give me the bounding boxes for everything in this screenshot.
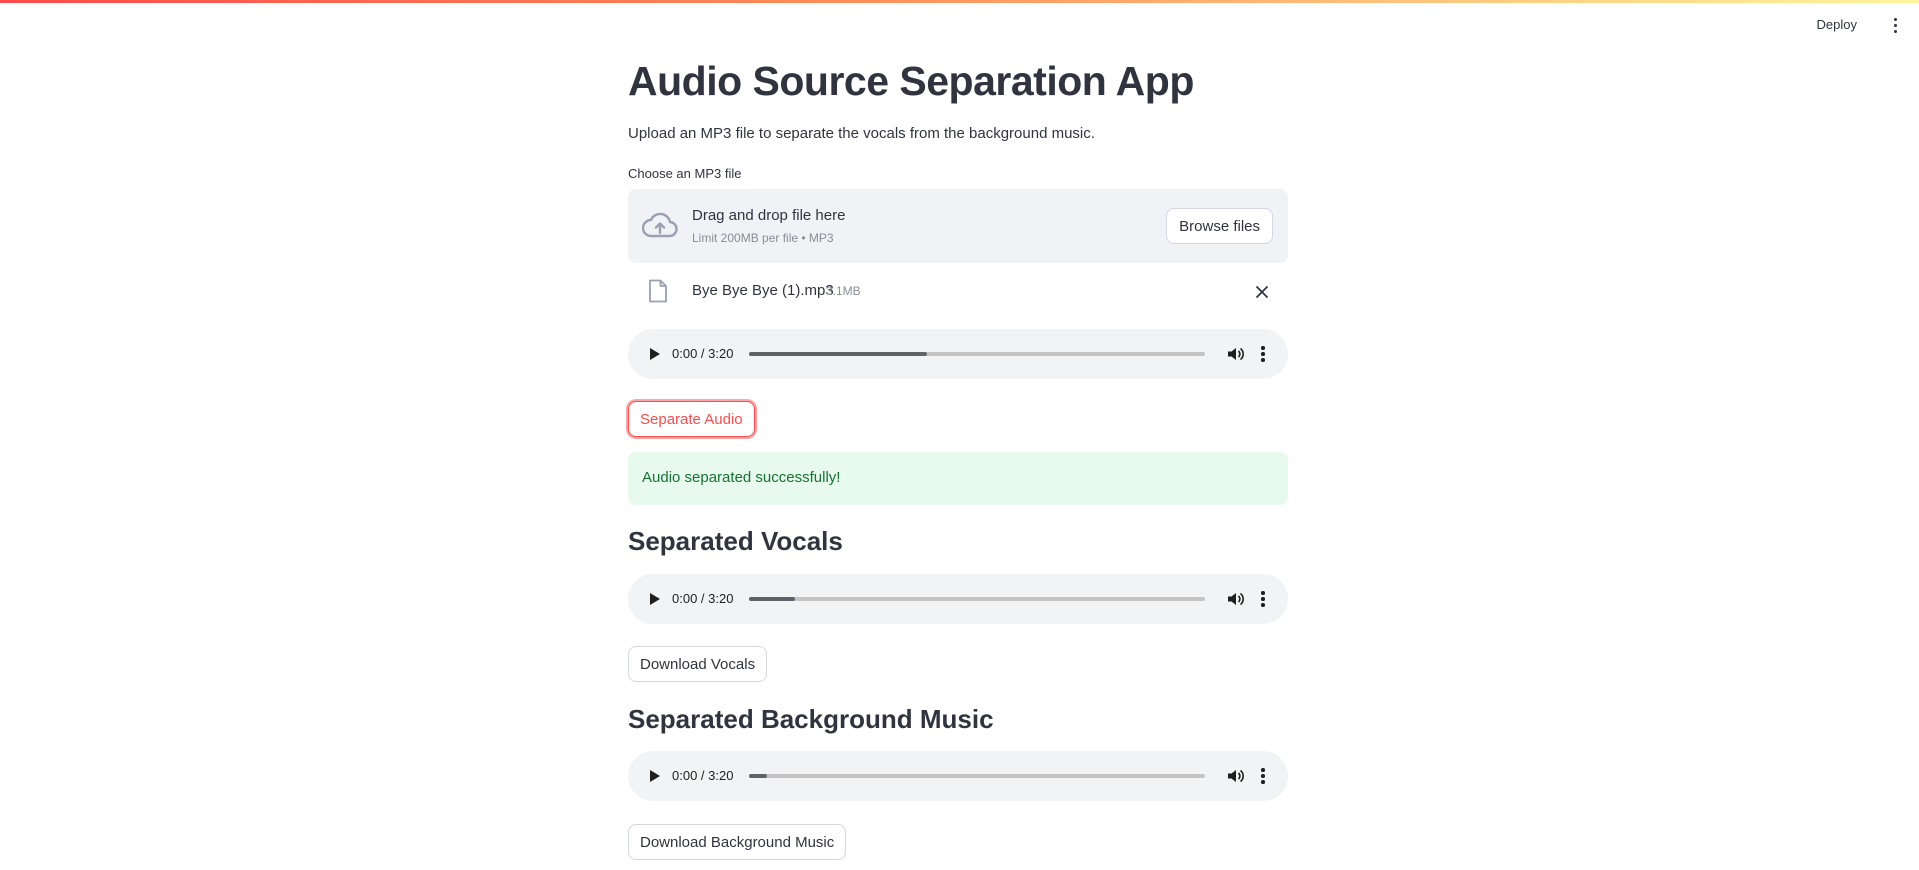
- download-vocals-button[interactable]: Download Vocals: [628, 646, 768, 682]
- file-dropzone[interactable]: Drag and drop file here Limit 200MB per …: [628, 189, 1288, 263]
- vocals-heading: Separated Vocals: [628, 526, 843, 556]
- vertical-dots-icon: [1893, 17, 1897, 21]
- background-audio-player: 0:00 / 3:20: [628, 751, 1288, 801]
- separate-audio-button[interactable]: Separate Audio: [628, 401, 755, 437]
- vocals-audio-player: 0:00 / 3:20: [628, 574, 1288, 624]
- volume-icon[interactable]: [1225, 589, 1245, 609]
- seek-bar[interactable]: [749, 352, 1205, 356]
- file-icon: [649, 279, 667, 303]
- play-icon[interactable]: [645, 767, 663, 785]
- download-background-music-button[interactable]: Download Background Music: [628, 824, 847, 860]
- more-options-icon[interactable]: [1253, 589, 1273, 609]
- playback-time: 0:00 / 3:20: [672, 591, 734, 606]
- main-menu-button[interactable]: [1885, 15, 1905, 35]
- more-options-icon[interactable]: [1253, 766, 1273, 786]
- cloud-upload-icon: [642, 212, 678, 238]
- page-title: Audio Source Separation App: [628, 58, 1194, 104]
- dropzone-limit: Limit 200MB per file • MP3: [692, 231, 834, 245]
- seek-bar[interactable]: [749, 774, 1205, 778]
- original-audio-player: 0:00 / 3:20: [628, 329, 1288, 379]
- success-alert: Audio separated successfully!: [628, 452, 1288, 505]
- dropzone-instructions: Drag and drop file here: [692, 207, 846, 224]
- play-icon[interactable]: [645, 345, 663, 363]
- deploy-button[interactable]: Deploy: [1817, 17, 1857, 32]
- background-music-heading: Separated Background Music: [628, 704, 994, 734]
- uploaded-file-size: 3.1MB: [826, 284, 861, 298]
- uploaded-file-name: Bye Bye Bye (1).mp3: [692, 282, 834, 299]
- more-options-icon[interactable]: [1253, 344, 1273, 364]
- browse-files-button[interactable]: Browse files: [1166, 208, 1273, 244]
- seek-bar[interactable]: [749, 597, 1205, 601]
- close-icon[interactable]: [1252, 282, 1272, 302]
- volume-icon[interactable]: [1225, 344, 1245, 364]
- page-subtitle: Upload an MP3 file to separate the vocal…: [628, 125, 1095, 142]
- volume-icon[interactable]: [1225, 766, 1245, 786]
- success-message: Audio separated successfully!: [642, 469, 841, 486]
- top-decoration-bar: [0, 0, 1919, 3]
- playback-time: 0:00 / 3:20: [672, 768, 734, 783]
- play-icon[interactable]: [645, 590, 663, 608]
- playback-time: 0:00 / 3:20: [672, 346, 734, 361]
- uploaded-file-row: Bye Bye Bye (1).mp3 3.1MB: [628, 276, 1288, 308]
- uploader-label: Choose an MP3 file: [628, 166, 742, 181]
